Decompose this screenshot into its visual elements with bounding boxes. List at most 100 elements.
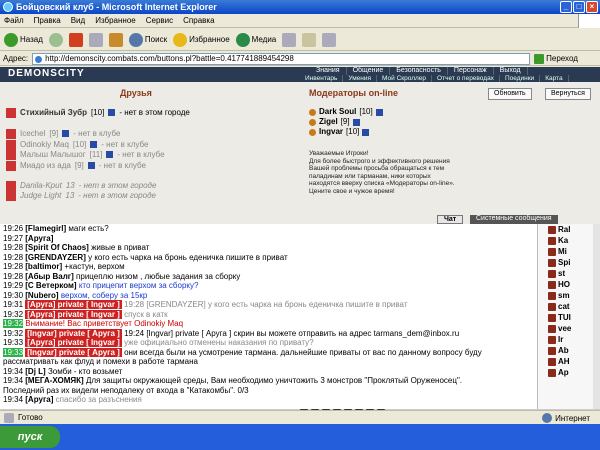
moderators-title: Модераторы on-line [309, 88, 399, 98]
online-user[interactable]: Ka [538, 235, 600, 246]
clan-icon [6, 180, 16, 191]
sidebar-scrollbar[interactable] [593, 224, 600, 409]
online-user[interactable]: Ap [538, 367, 600, 378]
nav-inventory[interactable]: Инвентарь [300, 75, 344, 82]
nav-fights[interactable]: Поединки [500, 75, 541, 82]
nav-security[interactable]: Безопасность [390, 67, 448, 75]
site-nav-top: Знания Общение Безопасность Персонаж Вых… [310, 67, 528, 75]
tab-chat[interactable]: Чат [437, 215, 464, 224]
info-icon[interactable] [106, 151, 114, 158]
return-button[interactable]: Вернуться [545, 88, 591, 100]
favorites-button[interactable]: Избранное [173, 32, 230, 47]
nav-character[interactable]: Персонаж [448, 67, 494, 75]
friend-row[interactable]: Icechel [9] - нет в клубе [6, 128, 120, 139]
nav-skills[interactable]: Умения [343, 75, 378, 82]
chat-line-private: 19:32 [Ingvar] private [ Аруга ] 19:24 [… [3, 328, 460, 338]
nav-my-scroll[interactable]: Мой Скроллер [377, 75, 433, 82]
chat-line: 19:28 [Абыр Валг] прицеплю низом , любые… [3, 271, 241, 281]
minimize-button[interactable]: _ [560, 1, 572, 13]
paladin-icon [309, 108, 316, 116]
clan-icon [548, 236, 556, 245]
site-nav-sub: Инвентарь Умения Мой Скроллер Отчет о пе… [300, 75, 569, 82]
menu-edit[interactable]: Правка [34, 16, 61, 25]
menu-favorites[interactable]: Избранное [95, 16, 136, 25]
chat-line: рассматривать как флуд и помехи в работе… [3, 357, 198, 366]
nav-transfers[interactable]: Отчет о переводах [432, 75, 500, 82]
online-user[interactable]: Ab [538, 345, 600, 356]
print-icon [322, 32, 337, 47]
moderator-row[interactable]: Ingvar [10] [309, 127, 383, 137]
online-user[interactable]: Mi [538, 246, 600, 257]
tab-system-messages[interactable]: Системные сообщения [470, 215, 558, 224]
friends-panel: Друзья Модераторы on-line Обновить Верну… [0, 82, 600, 215]
search-button[interactable]: Поиск [128, 32, 167, 47]
friend-row[interactable]: Миадо из ада [9] - нет в клубе [6, 160, 146, 171]
online-user[interactable]: Ral [538, 224, 600, 235]
info-icon[interactable] [87, 162, 95, 169]
start-button[interactable]: пуск [0, 426, 60, 448]
online-user[interactable]: TUI [538, 312, 600, 323]
clan-icon [548, 291, 556, 300]
info-icon[interactable] [352, 118, 360, 126]
zone-indicator: Интернет [542, 413, 590, 423]
menu-help[interactable]: Справка [183, 16, 214, 25]
media-button[interactable]: Медиа [235, 32, 276, 47]
info-icon[interactable] [375, 108, 383, 116]
go-arrow-icon [534, 53, 545, 64]
windows-logo-icon [578, 14, 600, 28]
online-users-list: Ral Ka Mi Spi st HO sm cat TUI vee Ir Ab… [537, 224, 600, 409]
clan-icon [548, 313, 556, 322]
history-button[interactable] [282, 32, 297, 47]
moderator-row[interactable]: Zigel [9] [309, 117, 383, 127]
refresh-list-button[interactable]: Обновить [488, 88, 532, 100]
friend-row[interactable]: Стихийный Зубр [10] - нет в этом городе [6, 107, 190, 118]
print-button[interactable] [322, 32, 337, 47]
stop-button[interactable] [68, 32, 83, 47]
info-icon[interactable] [362, 128, 370, 136]
online-user[interactable]: Spi [538, 257, 600, 268]
maximize-button[interactable]: □ [573, 1, 585, 13]
clan-icon [548, 280, 556, 289]
friends-title: Друзья [120, 88, 152, 98]
forward-button[interactable] [48, 32, 63, 47]
friend-row[interactable]: Judge Light 13- нет в этом городе [6, 190, 156, 201]
online-user[interactable]: cat [538, 301, 600, 312]
chat-line-private: 19:33 [Аруга] private [ Ingvar ] уже офи… [3, 338, 314, 347]
go-button[interactable]: Переход [534, 53, 578, 64]
online-user[interactable]: sm [538, 290, 600, 301]
clan-icon [6, 190, 16, 201]
online-user[interactable]: HO [538, 279, 600, 290]
clan-icon [548, 324, 556, 333]
online-user[interactable]: Ir [538, 334, 600, 345]
online-user[interactable]: vee [538, 323, 600, 334]
refresh-icon [88, 32, 103, 47]
online-user[interactable]: st [538, 268, 600, 279]
online-user[interactable]: АН [538, 356, 600, 367]
friend-row[interactable]: Малыш Малышог [11] - нет в клубе [6, 149, 165, 160]
info-icon[interactable] [90, 141, 98, 148]
site-brand: DEMONSCITY [8, 68, 85, 79]
nav-exit[interactable]: Выход [494, 67, 528, 75]
back-arrow-icon [4, 32, 18, 47]
nav-communication[interactable]: Общение [347, 67, 391, 75]
clan-icon [548, 225, 556, 234]
stop-icon [68, 32, 83, 47]
menu-view[interactable]: Вид [71, 16, 85, 25]
refresh-button[interactable] [88, 32, 103, 47]
nav-knowledge[interactable]: Знания [310, 67, 347, 75]
nav-map[interactable]: Карта [540, 75, 569, 82]
home-button[interactable] [108, 32, 123, 47]
media-icon [235, 32, 250, 47]
menu-tools[interactable]: Сервис [146, 16, 173, 25]
back-button[interactable]: Назад [4, 32, 43, 47]
address-input[interactable]: http://demonscity.combats.com/buttons.pl… [32, 52, 531, 65]
search-icon [128, 32, 143, 47]
mail-button[interactable] [302, 32, 317, 47]
moderator-row[interactable]: Dark Soul [10] [309, 107, 383, 117]
menu-file[interactable]: Файл [4, 16, 24, 25]
info-icon[interactable] [62, 130, 70, 137]
clan-icon [6, 128, 16, 139]
menu-bar: Файл Правка Вид Избранное Сервис Справка [0, 14, 600, 28]
info-icon[interactable] [108, 109, 116, 116]
close-button[interactable]: × [586, 1, 598, 13]
